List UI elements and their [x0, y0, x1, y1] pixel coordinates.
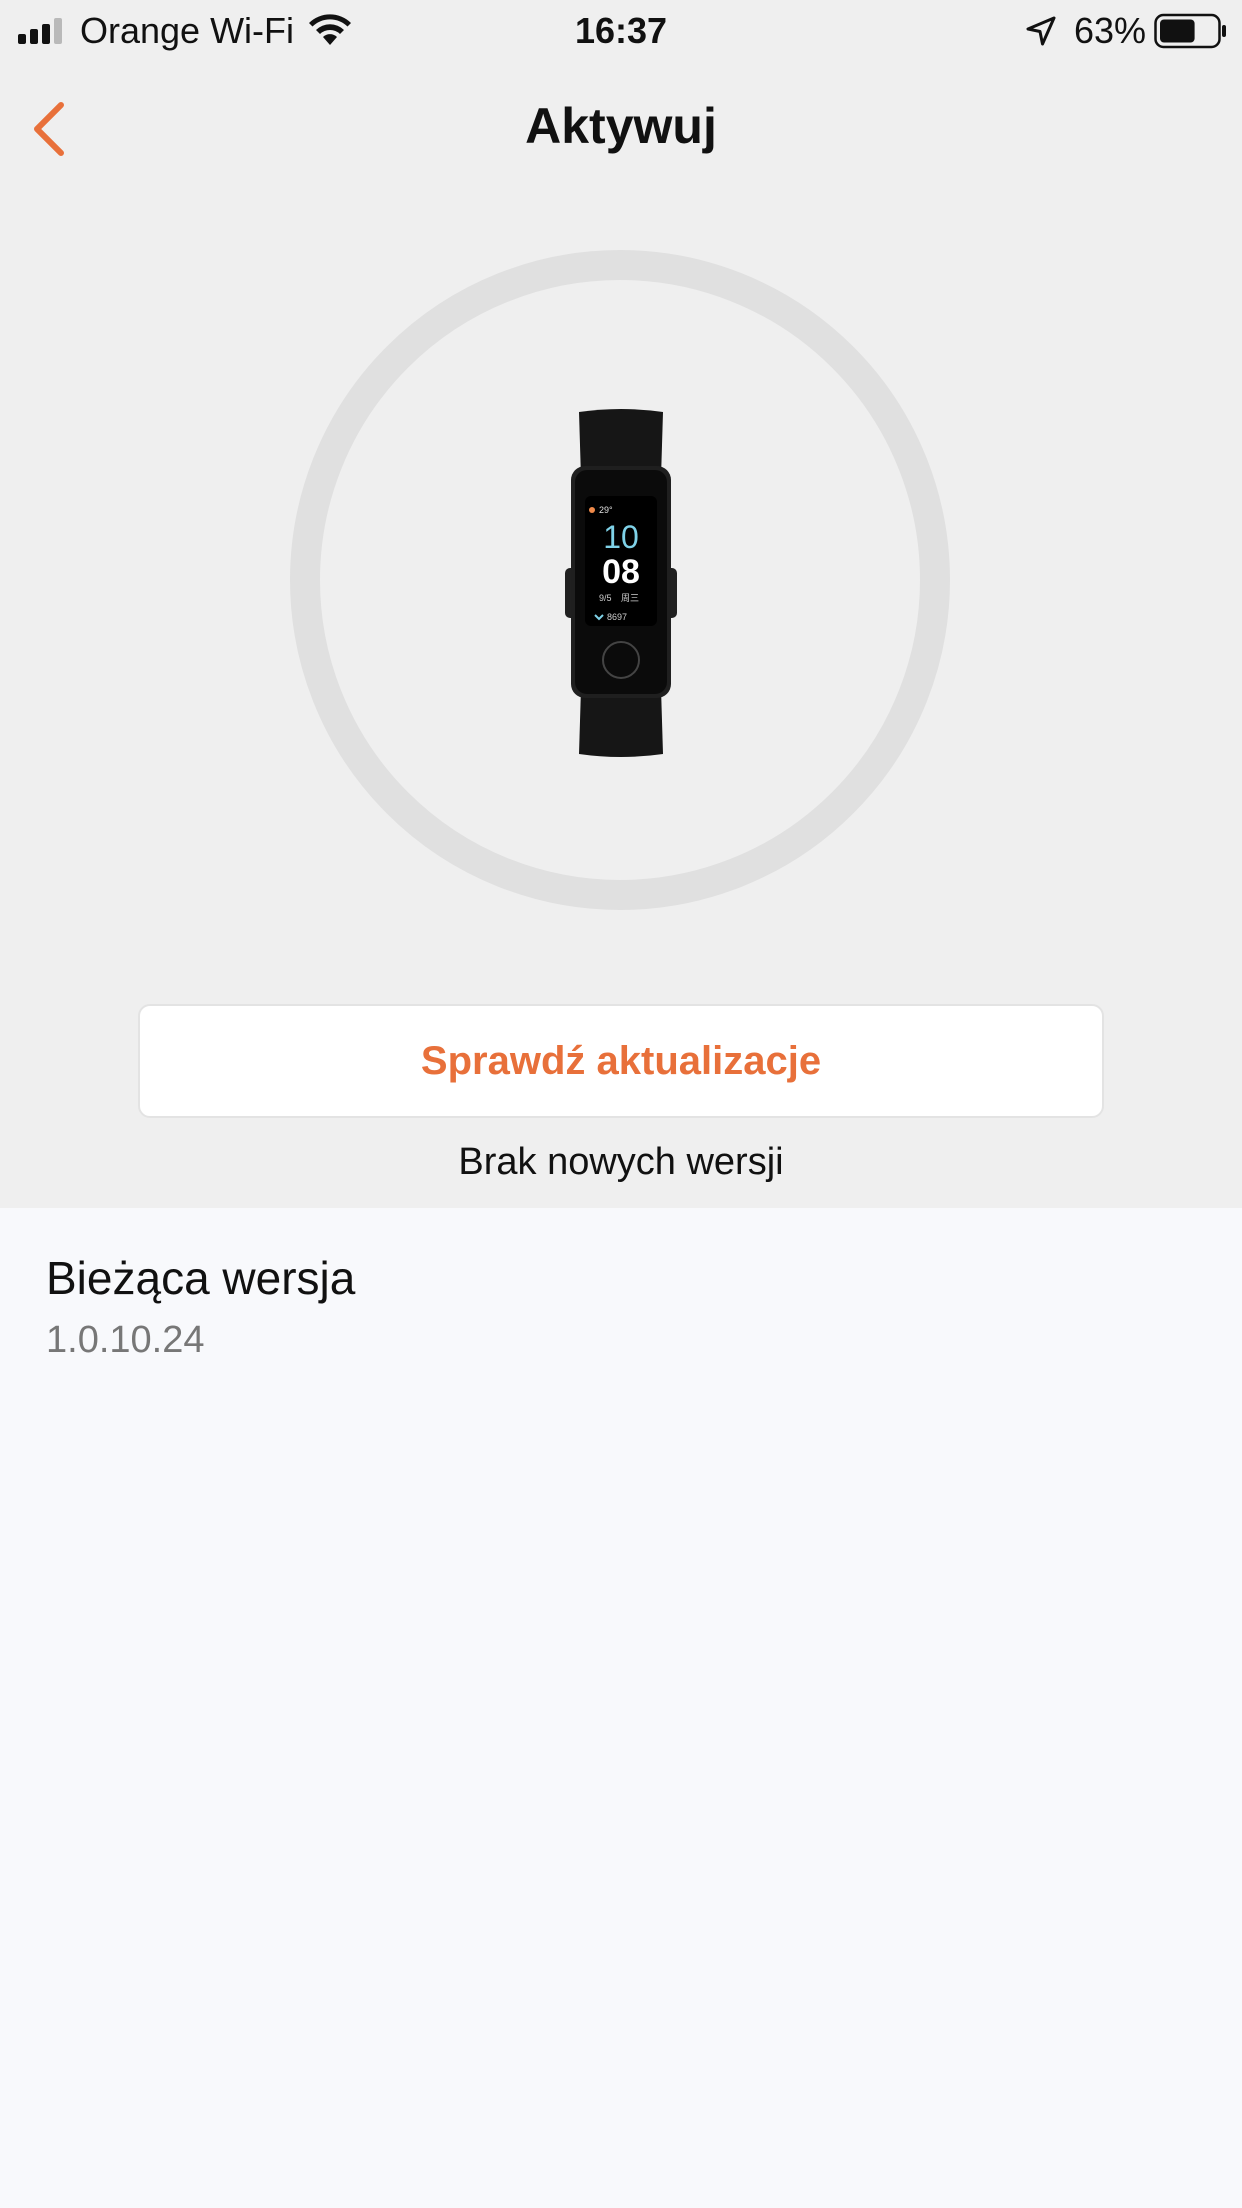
band-weekday: 周三 [621, 593, 639, 604]
battery-percentage: 63% [1073, 10, 1146, 51]
location-arrow-icon [1026, 16, 1056, 46]
navigation-bar: Aktywuj [0, 62, 1242, 192]
current-version-label: Bieżąca wersja [46, 1252, 356, 1304]
band-weather: 29° [599, 505, 613, 515]
battery-icon [1154, 13, 1226, 49]
page-title: Aktywuj [525, 98, 717, 154]
check-updates-button[interactable]: Sprawdź aktualizacje [138, 1004, 1104, 1118]
status-right: 63% [1024, 8, 1228, 54]
current-version-value: 1.0.10.24 [46, 1319, 205, 1361]
update-status-text: Brak nowych wersji [458, 1141, 784, 1183]
band-minute: 08 [602, 553, 640, 591]
band-date: 9/5 [599, 593, 612, 603]
status-bar: Orange Wi-Fi 16:37 63% [0, 0, 1242, 62]
band-hour: 10 [603, 519, 639, 555]
band-steps: 8697 [607, 612, 627, 622]
fitness-band-image: 29° 10 08 9/5 周三 8697 [565, 409, 677, 757]
